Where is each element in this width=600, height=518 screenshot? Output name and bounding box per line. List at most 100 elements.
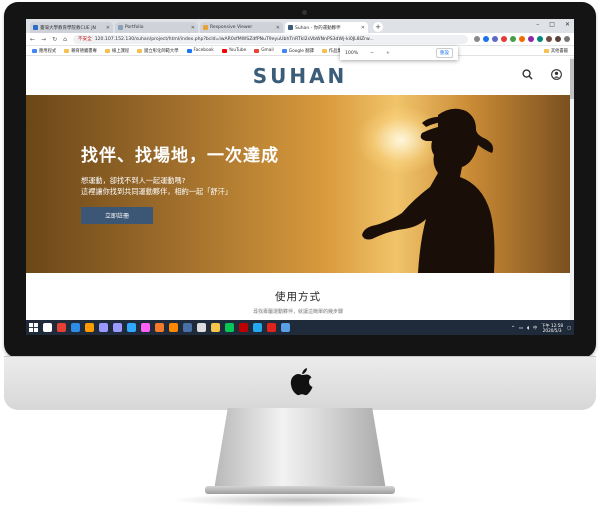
search-icon[interactable] [43,323,52,332]
bookmark-item[interactable]: 國立彰化師範大學 [137,48,179,54]
system-tray: ^ ▭ ◖ 中 下午 12:58 2020/5/3 ▢ [511,323,571,333]
clock[interactable]: 下午 12:58 2020/5/3 [541,323,563,333]
folder-icon [104,48,110,53]
tab-4-active[interactable]: Suhan - 你的運動夥伴 ✕ [285,22,368,33]
taskbar-app-icons [43,323,290,332]
clock-time: 下午 12:58 [541,322,564,328]
site-logo[interactable]: SUHAN [253,64,348,88]
hero-subtitle: 想運動，卻找不到人一起運動嗎? 這裡讓你找到共同運動夥伴，相約一起「舒汗」 [81,175,232,197]
aftereffects-icon[interactable] [113,323,122,332]
windows-start-icon[interactable] [29,323,38,332]
forward-arrow-icon[interactable]: → [41,36,46,43]
bookmark-item[interactable]: 應用程式 [32,48,56,54]
home-icon[interactable]: ⌂ [63,36,67,43]
apple-logo-icon [290,368,313,396]
tab-1[interactable]: 臺灣大學教育學院教CUE JN ✕ [30,22,113,33]
hero-subtitle-line-1: 想運動，卻找不到人一起運動嗎? [81,176,186,185]
maximize-button[interactable]: □ [549,21,555,28]
back-arrow-icon[interactable]: ← [30,36,35,43]
url-text: 120.107.152.130/suhan/project/html/index… [94,36,374,42]
zoom-out-button[interactable]: − [370,51,374,56]
tab-favicon-icon [203,25,208,30]
zoom-icon[interactable] [474,36,480,42]
unity-icon[interactable] [197,323,206,332]
vlc-icon[interactable] [169,323,178,332]
zoom-level: 100% [345,50,359,56]
tab-label: Suhan - 你的運動夥伴 [295,25,341,31]
bookmark-item[interactable]: 賴育德觸畫專 [64,48,97,54]
scrollbar-thumb[interactable] [570,59,574,99]
bookmark-item[interactable]: Gmail [254,48,274,53]
bookmarks-bar: 應用程式 賴育德觸畫專 線上課程 國立彰化師範大學 Facebook YouTu… [26,46,574,56]
close-icon[interactable]: ✕ [276,25,280,31]
minimize-button[interactable]: – [536,21,539,28]
usage-subtitle: 尋找專屬運動夥伴，就讓這簡單的幾步驟 [252,309,343,315]
extension-icon[interactable] [492,36,498,42]
register-button[interactable]: 立即註冊 [81,207,153,224]
zoom-reset-button[interactable]: 重設 [435,48,453,58]
close-icon[interactable]: ✕ [191,25,195,31]
line-icon[interactable] [225,323,234,332]
page-scrollbar[interactable] [570,57,574,320]
filezilla-icon[interactable] [239,323,248,332]
star-icon[interactable] [483,36,489,42]
volume-icon[interactable]: ◖ [527,325,529,330]
clock-date: 2020/5/3 [542,327,562,333]
bookmark-item[interactable]: Google 翻譯 [281,48,314,54]
window-controls: – □ ✕ [536,21,570,28]
bookmark-item[interactable]: 線上課程 [104,48,129,54]
menu-icon[interactable] [564,36,570,42]
app-icon[interactable] [183,323,192,332]
bookmark-item[interactable]: YouTube [221,48,246,53]
illustrator-icon[interactable] [85,323,94,332]
search-icon[interactable] [522,69,533,80]
extension-icon[interactable] [537,36,543,42]
reload-icon[interactable]: ↻ [52,36,57,43]
close-window-button[interactable]: ✕ [565,21,570,28]
address-bar: ← → ↻ ⌂ 不安全 120.107.152.130/suhan/projec… [26,33,574,46]
extension-icon[interactable] [501,36,507,42]
network-icon[interactable]: ▭ [519,325,523,330]
zoom-in-button[interactable]: + [386,51,390,56]
zoom-popup: 100% − + 重設 [340,46,458,60]
user-account-icon[interactable] [551,69,562,80]
profile-avatar-icon[interactable] [555,36,561,42]
chevron-up-icon[interactable]: ^ [511,325,515,330]
close-icon[interactable]: ✕ [106,25,110,31]
runner-silhouette-image [362,108,495,273]
notifications-icon[interactable]: ▢ [567,325,571,330]
tab-favicon-icon [33,25,38,30]
tab-2[interactable]: Portfolio ✕ [115,22,198,33]
premiere-icon[interactable] [99,323,108,332]
windows-taskbar: ^ ▭ ◖ 中 下午 12:58 2020/5/3 ▢ [26,320,574,335]
acrobat-icon[interactable] [267,323,276,332]
edge-icon[interactable] [71,323,80,332]
url-field[interactable]: 不安全 120.107.152.130/suhan/project/html/i… [72,34,468,44]
tab-label: Responsive Viewer [210,25,253,30]
ime-icon[interactable]: 中 [533,325,537,331]
insecure-label: 不安全 [77,37,92,42]
xd-icon[interactable] [141,323,150,332]
bookmark-item[interactable]: 作品集 [321,48,342,54]
tab-3[interactable]: Responsive Viewer ✕ [200,22,283,33]
bookmark-item[interactable]: 其他書籤 [543,48,568,54]
extension-icon[interactable] [528,36,534,42]
gmail-icon [254,48,260,53]
close-icon[interactable]: ✕ [361,25,365,31]
store-icon[interactable] [281,323,290,332]
extension-icon[interactable] [546,36,552,42]
chrome-icon[interactable] [57,323,66,332]
hero-banner: 找伴、找場地，一次達成 想運動，卻找不到人一起運動嗎? 這裡讓你找到共同運動夥伴… [26,95,570,273]
bookmark-item[interactable]: Facebook [186,48,214,53]
tab-label: Portfolio [125,25,144,30]
youtube-icon [221,48,227,53]
new-tab-button[interactable]: + [373,22,383,32]
blender-icon[interactable] [155,323,164,332]
photoshop-icon[interactable] [127,323,136,332]
folder-icon [543,48,549,53]
explorer-icon[interactable] [211,323,220,332]
vscode-icon[interactable] [253,323,262,332]
site-header: SUHAN [26,57,574,95]
extension-icon[interactable] [510,36,516,42]
extension-icon[interactable] [519,36,525,42]
